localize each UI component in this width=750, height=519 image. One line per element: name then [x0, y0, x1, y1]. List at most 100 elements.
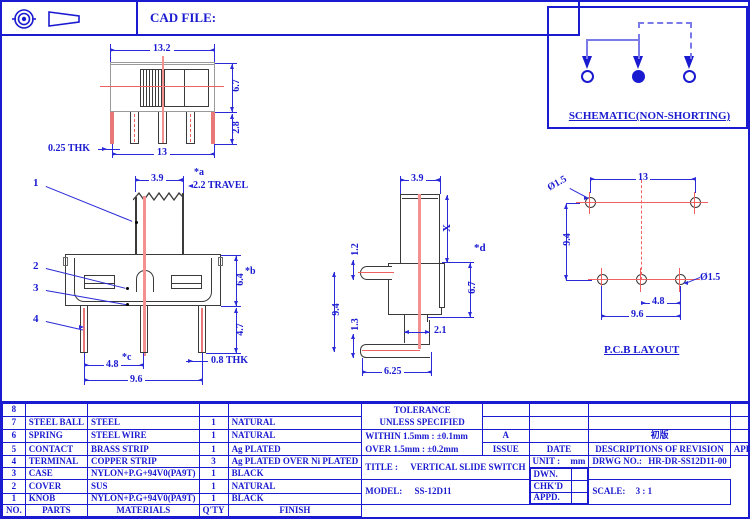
dim4-9p4-arrow-up: [564, 204, 568, 209]
dim2-4p8-ext-mid: [143, 353, 144, 369]
part-material: BRASS STRIP: [87, 442, 200, 457]
drwg-no-cell: DRWG NO.: HR-DR-SS12D11-00: [588, 455, 731, 469]
scale-label: SCALE:: [592, 486, 626, 497]
schematic-solid-link-v2: [638, 39, 640, 59]
part-qty: 1: [198, 478, 229, 494]
drawing-sheet: CAD FILE: SCHEMATIC(NON-SHORTING) 13.2 6…: [0, 0, 750, 519]
dim4-13-ext-left: [590, 179, 591, 193]
top-leg-center: [140, 306, 148, 353]
dim-13-label: 13: [154, 147, 170, 158]
dim3-3p9-label: 3.9: [409, 173, 426, 184]
appd-label: APPD.: [529, 491, 572, 505]
dim3-9p4-label: 9.4: [330, 303, 342, 316]
dim2-9p6-label: 9.6: [128, 374, 145, 385]
callout-1-dot: [135, 221, 138, 224]
pcb-cl-vert-main: [641, 180, 642, 280]
front-view: 13.2 6.7 2.8 13 0.25 THK: [2, 2, 312, 172]
dim3-6p7-arrow-up: [468, 263, 472, 268]
dwn-value[interactable]: [570, 468, 589, 481]
part-material: STEEL WIRE: [87, 428, 200, 444]
appd-cell-blank-2: [729, 415, 750, 430]
part-no: 7: [2, 415, 26, 430]
schematic-box: SCHEMATIC(NON-SHORTING): [547, 6, 748, 129]
dim3-9p4-arrow-up: [332, 272, 336, 277]
model-cell: MODEL: SS-12D11: [361, 478, 530, 506]
part-material: STEEL: [87, 415, 200, 430]
cover-tab-left: [63, 257, 68, 266]
pcb-centerline-top-row: [576, 202, 708, 203]
part-no: 1: [2, 492, 26, 506]
unit-value: mm: [570, 456, 586, 467]
dim2-6p4-ext-top: [221, 255, 241, 256]
model-value: SS-12D11: [414, 486, 452, 497]
part-qty: 1: [198, 415, 229, 430]
issue-cell-blank-2: [482, 415, 530, 430]
part-material: [87, 403, 200, 417]
issue-label: ISSUE: [482, 442, 530, 457]
knob-rib: [158, 69, 159, 107]
scale-value: 3 : 1: [635, 486, 653, 497]
revision-note: 初版: [588, 428, 731, 444]
part-material: COPPER STRIP: [87, 455, 200, 469]
part-name: SPRING: [24, 428, 89, 444]
pcb-centerline-bottom-row: [588, 279, 700, 280]
callout-1-leader: [45, 186, 133, 222]
pcb-cl-tr: [694, 192, 695, 214]
date-cell-blank-2: [528, 415, 590, 430]
table-row: 8 TOLERANCE UNLESS SPECIFIED: [2, 403, 750, 430]
dim4-9p6-ext-right: [680, 286, 681, 320]
issue-value: A: [482, 428, 530, 444]
tolerance-values: WITHIN 1.5mm : ±0.1mm OVER 1.5mm : ±0.2m…: [361, 428, 484, 457]
revision-cell-blank-1: [588, 403, 731, 417]
dim2-4p7-ext-bot: [206, 353, 241, 354]
note-a-label: *a: [194, 167, 204, 178]
dim4-9p6-label: 9.6: [629, 309, 646, 320]
callout-3-dot: [126, 303, 129, 306]
part-no: 5: [2, 442, 26, 457]
schematic-terminal-3: [683, 70, 696, 83]
date-label: DATE: [528, 442, 590, 457]
signoff-row-chkd: CHK'D: [529, 479, 589, 493]
dim4-9p4-label: 9.4: [561, 233, 573, 246]
tolerance-line-1: TOLERANCE: [393, 404, 451, 415]
dim4-4p8-label: 4.8: [650, 296, 667, 307]
dim4-9p6-ext-left: [601, 286, 602, 320]
table-header-row: NO. PARTS MATERIALS Q'TY FINISH: [2, 504, 750, 517]
part-finish: BLACK: [227, 467, 363, 480]
dim3-6p25-ext-right: [431, 352, 432, 376]
callout-4-arrow: [79, 325, 84, 329]
schematic-solid-link-v1: [586, 39, 588, 59]
dim-6p7-ext-bot: [215, 112, 237, 113]
note-b-label: *b: [245, 266, 256, 277]
schematic-dashed-link-v1: [638, 22, 640, 40]
knob-rib: [152, 69, 153, 107]
title-label: TITLE :: [365, 462, 399, 473]
dim4-dia-upper-label: Ø1.5: [545, 173, 569, 194]
model-label: MODEL:: [365, 486, 403, 497]
leg-outer-right: [211, 112, 215, 144]
table-row: 6 SPRING STEEL WIRE 1 NATURAL WITHIN 1.5…: [2, 428, 750, 457]
revision-label: DESCRIPTIONS OF REVISION: [588, 442, 731, 457]
knob-stem-left: [135, 197, 137, 254]
part-no: 8: [2, 403, 26, 417]
dim3-1p2-arrow-down: [351, 275, 355, 280]
part-no: 4: [2, 455, 26, 469]
dim3-6p25-label: 6.25: [382, 366, 404, 377]
dim3-3p9-ext-left: [400, 176, 401, 194]
header-spacer: [362, 505, 731, 517]
dim4-4p8-arrow-left: [641, 301, 646, 305]
part-name: CONTACT: [24, 442, 89, 457]
leg-outer-left: [110, 112, 114, 144]
signoff-row-appd: APPD.: [529, 491, 589, 505]
tolerance-within: WITHIN 1.5mm : ±0.1mm: [365, 430, 468, 441]
date-cell-blank-1: [528, 403, 590, 417]
side-foot-centerline: [362, 350, 420, 351]
chkd-value[interactable]: [570, 479, 589, 493]
dim-6p7-label: 6.7: [230, 79, 242, 92]
callout-2-dot: [126, 287, 129, 290]
dim2-6p4-arrow-up: [234, 256, 238, 261]
dim3-2p1-arrow-right: [425, 330, 430, 334]
part-no: 6: [2, 428, 26, 444]
dim3-6p7-label: 6.7: [466, 281, 478, 294]
appd-value-field[interactable]: [570, 491, 589, 505]
